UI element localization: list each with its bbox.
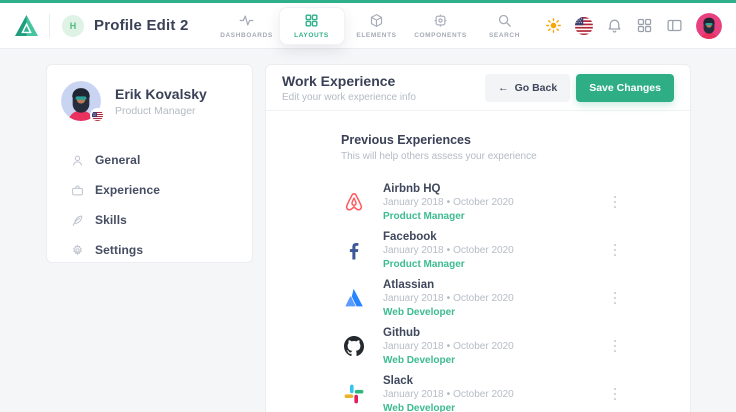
nav-dashboards[interactable]: DASHBOARDS — [215, 13, 279, 39]
sidebar-item-settings[interactable]: Settings — [47, 235, 252, 265]
nav-label: SEARCH — [489, 32, 520, 39]
experience-role: Product Manager — [383, 259, 514, 270]
profile-avatar — [61, 81, 101, 121]
nav-search[interactable]: SEARCH — [473, 13, 537, 39]
user-icon — [71, 154, 84, 167]
save-changes-button[interactable]: Save Changes — [576, 74, 674, 102]
slack-logo — [341, 382, 366, 407]
go-back-label: Go Back — [515, 82, 558, 94]
sidebar-item-label: Settings — [95, 243, 143, 257]
panel-toggle-icon[interactable] — [666, 17, 683, 34]
gear-icon — [71, 244, 84, 257]
nav-label: DASHBOARDS — [220, 32, 273, 39]
main-nav: DASHBOARDS LAYOUTS ELEMENTS COMPONENTS — [215, 7, 537, 45]
apps-grid-icon[interactable] — [636, 17, 653, 34]
app-logo-icon[interactable] — [14, 14, 39, 37]
experience-row-github: Github January 2018•October 2020 Web Dev… — [341, 322, 620, 370]
experience-role: Web Developer — [383, 307, 514, 318]
experience-dates: January 2018•October 2020 — [383, 245, 514, 256]
nav-label: COMPONENTS — [414, 32, 467, 39]
user-avatar[interactable] — [696, 13, 722, 39]
top-navigation-bar: H Profile Edit 2 DASHBOARDS LAYOUTS ELEM… — [0, 0, 736, 48]
sidebar-item-skills[interactable]: Skills — [47, 205, 252, 235]
facebook-logo — [341, 238, 366, 263]
profile-sidebar-card: Erik Kovalsky Product Manager General Ex… — [46, 64, 253, 263]
sidebar-item-label: Skills — [95, 213, 127, 227]
experience-dates: January 2018•October 2020 — [383, 389, 514, 400]
nav-layouts[interactable]: LAYOUTS — [279, 7, 345, 45]
experience-role: Web Developer — [383, 355, 514, 366]
profile-summary: Erik Kovalsky Product Manager — [47, 65, 252, 131]
experience-dates: January 2018•October 2020 — [383, 341, 514, 352]
experiences-subtitle: This will help others assess your experi… — [341, 151, 620, 162]
sidebar-item-label: Experience — [95, 183, 160, 197]
sidebar-item-general[interactable]: General — [47, 145, 252, 175]
atlassian-logo — [341, 286, 366, 311]
company-name: Github — [383, 327, 514, 339]
company-name: Airbnb HQ — [383, 183, 514, 195]
experiences-title: Previous Experiences — [341, 133, 620, 147]
work-experience-card: Work Experience Edit your work experienc… — [265, 64, 691, 412]
box-icon — [369, 13, 384, 28]
feather-icon — [71, 214, 84, 227]
grid-icon — [304, 13, 319, 28]
experience-dates: January 2018•October 2020 — [383, 197, 514, 208]
experiences-section: Previous Experiences This will help othe… — [266, 111, 690, 412]
kebab-menu-icon[interactable] — [610, 384, 621, 405]
sun-icon[interactable] — [545, 17, 562, 34]
experience-row-atlassian: Atlassian January 2018•October 2020 Web … — [341, 274, 620, 322]
nav-label: LAYOUTS — [294, 32, 329, 39]
company-name: Atlassian — [383, 279, 514, 291]
github-logo — [341, 334, 366, 359]
experience-row-facebook: Facebook January 2018•October 2020 Produ… — [341, 226, 620, 274]
briefcase-icon — [71, 184, 84, 197]
header-divider — [49, 14, 50, 38]
search-icon — [497, 13, 512, 28]
experience-row-slack: Slack January 2018•October 2020 Web Deve… — [341, 370, 620, 412]
component-icon — [433, 13, 448, 28]
go-back-button[interactable]: ← Go Back — [485, 74, 570, 102]
bell-icon[interactable] — [606, 17, 623, 34]
page-body: Erik Kovalsky Product Manager General Ex… — [0, 48, 736, 412]
experiences-list: Airbnb HQ January 2018•October 2020 Prod… — [341, 178, 620, 412]
profile-edit-page: H Profile Edit 2 DASHBOARDS LAYOUTS ELEM… — [0, 0, 736, 412]
kebab-menu-icon[interactable] — [610, 288, 621, 309]
kebab-menu-icon[interactable] — [610, 336, 621, 357]
language-flag-icon[interactable] — [575, 17, 593, 35]
nav-components[interactable]: COMPONENTS — [409, 13, 473, 39]
profile-name: Erik Kovalsky — [115, 86, 207, 102]
airbnb-logo — [341, 190, 366, 215]
nav-elements[interactable]: ELEMENTS — [345, 13, 409, 39]
sidebar-item-label: General — [95, 153, 140, 167]
nav-label: ELEMENTS — [356, 32, 396, 39]
kebab-menu-icon[interactable] — [610, 240, 621, 261]
profile-role: Product Manager — [115, 105, 207, 117]
experience-row-airbnb: Airbnb HQ January 2018•October 2020 Prod… — [341, 178, 620, 226]
section-subheading: Edit your work experience info — [282, 92, 416, 103]
country-flag-icon — [90, 108, 105, 123]
experience-dates: January 2018•October 2020 — [383, 293, 514, 304]
section-heading: Work Experience — [282, 73, 416, 89]
sidebar-item-experience[interactable]: Experience — [47, 175, 252, 205]
experience-role: Product Manager — [383, 211, 514, 222]
experience-role: Web Developer — [383, 403, 514, 412]
company-name: Facebook — [383, 231, 514, 243]
company-name: Slack — [383, 375, 514, 387]
page-badge: H — [62, 15, 84, 37]
header-actions — [545, 13, 722, 39]
work-experience-header: Work Experience Edit your work experienc… — [266, 65, 690, 111]
kebab-menu-icon[interactable] — [610, 192, 621, 213]
back-arrow-icon: ← — [498, 82, 509, 94]
page-title: Profile Edit 2 — [94, 17, 189, 34]
activity-icon — [239, 13, 254, 28]
profile-menu: General Experience Skills Setti — [47, 145, 252, 265]
